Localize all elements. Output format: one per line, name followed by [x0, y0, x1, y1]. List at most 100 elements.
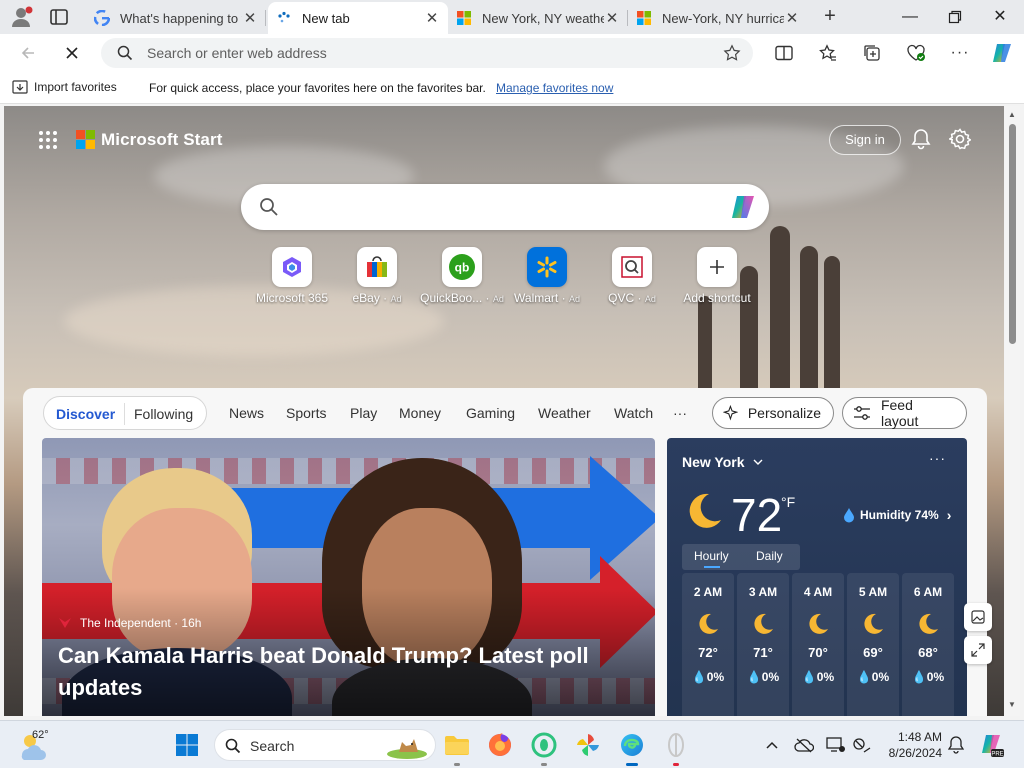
weather-city[interactable]: New York	[682, 454, 745, 470]
close-icon[interactable]: ✕	[424, 9, 440, 27]
favorites-bar: Import favorites For quick access, place…	[0, 72, 1024, 104]
clock-date: 8/26/2024	[888, 746, 942, 760]
scrollbar-thumb[interactable]	[1009, 124, 1016, 344]
taskbar-photos[interactable]	[572, 729, 604, 761]
wallpaper-info-button[interactable]	[964, 603, 992, 631]
plus-icon	[710, 260, 724, 274]
page-scrollbar[interactable]: ▲ ▼	[1005, 106, 1020, 716]
address-input[interactable]	[147, 43, 707, 63]
back-button[interactable]	[14, 40, 42, 66]
humidity-link[interactable]: Humidity 74% ›	[842, 507, 951, 523]
taskbar-firefox[interactable]	[484, 729, 516, 761]
notifications-bell-icon[interactable]	[910, 128, 932, 150]
new-tab-page: Microsoft Start Sign in Microsoft 365 eB…	[4, 106, 1004, 716]
close-icon[interactable]: ✕	[784, 9, 800, 27]
minimize-button[interactable]: —	[890, 4, 930, 30]
temperature-unit[interactable]: °F	[781, 494, 795, 510]
shortcut-add[interactable]: Add shortcut	[672, 247, 762, 305]
stop-loading-button[interactable]	[58, 40, 86, 66]
tab-following[interactable]: Following	[134, 406, 193, 422]
personalize-button[interactable]: Personalize	[712, 397, 834, 429]
feed-nav: Discover Following News Sports Play Mone…	[23, 396, 987, 432]
web-search-input[interactable]	[291, 196, 711, 218]
taskbar-app-pen[interactable]	[660, 729, 692, 766]
web-search-box[interactable]	[241, 184, 769, 230]
nav-weather[interactable]: Weather	[538, 405, 591, 421]
copilot-icon[interactable]	[728, 192, 758, 222]
nav-gaming[interactable]: Gaming	[466, 405, 515, 421]
brand-title: Microsoft Start	[101, 130, 223, 149]
chevron-down-icon[interactable]	[753, 458, 763, 466]
split-screen-button[interactable]	[770, 40, 798, 66]
tab-actions-icon[interactable]	[48, 7, 70, 27]
article-headline[interactable]: Can Kamala Harris beat Donald Trump? Lat…	[58, 640, 628, 704]
nav-play[interactable]: Play	[350, 405, 377, 421]
background-cactus	[698, 296, 712, 396]
shortcut-label: Add shortcut	[683, 291, 751, 305]
collections-button[interactable]	[858, 40, 886, 66]
tray-display[interactable]	[826, 735, 846, 755]
new-tab-button[interactable]: +	[818, 6, 842, 28]
sign-in-button[interactable]: Sign in	[829, 125, 901, 155]
shortcut-tile: qb	[442, 247, 482, 287]
scroll-up-arrow-icon[interactable]: ▲	[1008, 110, 1016, 119]
feed-layout-button[interactable]: Feed layout	[842, 397, 967, 429]
shortcut-qvc[interactable]: QVC · Ad	[587, 247, 677, 305]
tab-2[interactable]: New York, NY weather ✕	[448, 2, 628, 34]
nav-sports[interactable]: Sports	[286, 405, 326, 421]
tray-network[interactable]	[852, 735, 872, 755]
tab-1[interactable]: New tab ✕	[268, 2, 448, 34]
tab-3[interactable]: New-York, NY hurrican ✕	[628, 2, 808, 34]
tray-copilot[interactable]: PRE	[978, 731, 1006, 759]
hero-article-card[interactable]: The Independent · 16h Can Kamala Harris …	[42, 438, 655, 716]
tray-notifications[interactable]	[946, 735, 966, 755]
weather-more-button[interactable]: ···	[929, 450, 946, 466]
nav-news[interactable]: News	[229, 405, 264, 421]
taskbar-file-explorer[interactable]	[441, 729, 473, 766]
manage-favorites-link[interactable]: Manage favorites now	[496, 81, 613, 95]
close-icon[interactable]: ✕	[242, 9, 258, 27]
close-icon[interactable]: ✕	[604, 9, 620, 27]
windows-start-icon[interactable]	[175, 733, 199, 757]
tab-hourly[interactable]: Hourly	[694, 549, 729, 563]
system-clock[interactable]: 1:48 AM 8/26/2024	[880, 729, 942, 761]
favorite-star-icon[interactable]	[723, 44, 741, 62]
taskbar-edge[interactable]	[616, 729, 648, 766]
close-window-button[interactable]: ✕	[980, 4, 1020, 30]
show-hidden-icons-button[interactable]	[762, 735, 782, 755]
shortcut-quickbooks[interactable]: qb QuickBoo... · Ad	[417, 247, 507, 305]
shortcut-ebay[interactable]: eBay · Ad	[332, 247, 422, 305]
favorites-button[interactable]	[814, 40, 842, 66]
browser-essentials-button[interactable]	[902, 40, 930, 66]
settings-more-button[interactable]: ···	[946, 40, 974, 66]
nav-money[interactable]: Money	[399, 405, 441, 421]
tab-0[interactable]: What's happening to t ✕	[86, 2, 266, 34]
tray-cloud-offline[interactable]	[794, 735, 814, 755]
nav-watch[interactable]: Watch	[614, 405, 653, 421]
svg-text:qb: qb	[455, 261, 470, 275]
import-favorites-label: Import favorites	[34, 80, 117, 94]
shortcut-microsoft-365[interactable]: Microsoft 365	[247, 247, 337, 305]
expand-button[interactable]	[964, 636, 992, 664]
weather-card[interactable]: New York ··· 72 °F Humidity 74% › Hourly…	[667, 438, 967, 716]
profile-icon[interactable]	[10, 6, 34, 28]
restore-button[interactable]	[935, 4, 975, 30]
shortcut-walmart[interactable]: Walmart · Ad	[502, 247, 592, 305]
app-launcher-icon[interactable]	[38, 130, 58, 150]
copilot-button[interactable]	[988, 40, 1016, 66]
hour-time: 2 AM	[693, 585, 723, 599]
tab-discover[interactable]: Discover	[56, 406, 115, 422]
hour-temp: 70°	[808, 645, 828, 660]
address-bar[interactable]	[101, 38, 753, 68]
import-favorites-button[interactable]: Import favorites	[12, 80, 117, 94]
nav-more[interactable]: ···	[673, 405, 687, 421]
scroll-down-arrow-icon[interactable]: ▼	[1008, 700, 1016, 709]
article-source: The Independent · 16h	[58, 616, 201, 630]
hour-temp: 69°	[863, 645, 883, 660]
running-indicator	[454, 763, 460, 766]
tab-daily[interactable]: Daily	[756, 549, 783, 563]
hour-item: 4 AM 70° 💧0%	[792, 573, 844, 716]
taskbar-search[interactable]: Search	[214, 729, 436, 761]
gear-icon[interactable]	[949, 128, 971, 150]
taskbar-app-green[interactable]	[528, 729, 560, 766]
